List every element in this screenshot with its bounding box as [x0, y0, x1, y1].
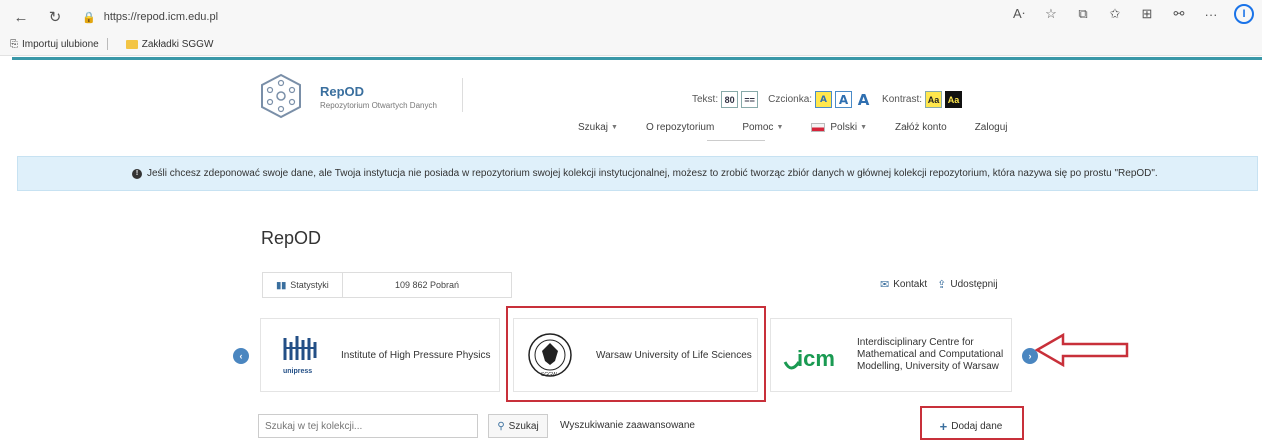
import-icon: ⎘	[10, 38, 18, 50]
contact-link[interactable]: ✉ Kontakt	[880, 278, 927, 291]
collection-actions: ✉ Kontakt ⇪ Udostępnij	[880, 278, 1008, 291]
menu-language[interactable]: Polski ▼	[811, 122, 867, 133]
profile-icon[interactable]: I	[1234, 4, 1254, 24]
brand[interactable]: RepOD Repozytorium Otwartych Danych	[320, 84, 437, 110]
page-content: RepOD Repozytorium Otwartych Danych Teks…	[0, 56, 1262, 440]
extensions-icon[interactable]: ⚯	[1170, 6, 1188, 22]
menu-login[interactable]: Zaloguj	[975, 122, 1008, 133]
collection-search-input[interactable]	[258, 414, 478, 438]
bookmark-import[interactable]: ⎘ Importuj ulubione	[10, 39, 99, 50]
info-alert: ! Jeśli chcesz zdeponować swoje dane, al…	[17, 156, 1258, 191]
lock-icon: 🔒	[82, 11, 96, 24]
info-icon: !	[132, 168, 142, 179]
address-bar[interactable]: 🔒 https://repod.icm.edu.pl	[82, 11, 218, 24]
back-arrow-icon[interactable]: ←	[8, 4, 34, 30]
text-label: Tekst:	[692, 94, 719, 105]
menu-about[interactable]: O repozytorium	[646, 122, 714, 133]
plus-icon: +	[939, 418, 948, 434]
stats-bar: ▮▮ Statystyki 109 862 Pobrań	[262, 272, 512, 298]
main-menu: Szukaj ▼ O repozytorium Pomoc ▼ Polski ▼ Za…	[578, 122, 1036, 133]
split-screen-icon[interactable]: ⧉	[1074, 6, 1092, 22]
bar-chart-icon: ▮▮	[276, 279, 287, 290]
address-row: ← ↻ 🔒 https://repod.icm.edu.pl Aᐧ ☆ ⧉ ✩ …	[0, 0, 1262, 34]
font-medium-button[interactable]: A	[835, 91, 853, 108]
downloads-count: 109 862 Pobrań	[394, 280, 460, 290]
svg-text:unipress: unipress	[283, 368, 312, 375]
alert-text: Jeśli chcesz zdeponować swoje dane, ale …	[147, 168, 1158, 179]
search-button[interactable]: ⚲ Szukaj	[488, 414, 548, 438]
menu-search[interactable]: Szukaj ▼	[578, 122, 618, 133]
brand-name: RepOD	[320, 84, 365, 99]
svg-text:icm: icm	[797, 346, 835, 371]
caret-down-icon: ▼	[776, 124, 784, 131]
envelope-icon: ✉	[880, 279, 890, 291]
share-link[interactable]: ⇪ Udostępnij	[937, 278, 997, 291]
bookmark-divider	[106, 38, 108, 50]
more-icon[interactable]: ···	[1202, 7, 1220, 22]
bookmark-sggw[interactable]: Zakładki SGGW	[125, 39, 213, 50]
top-accent-line	[12, 57, 1262, 60]
carousel-card-icm[interactable]: icm Interdisciplinary Centre for Mathema…	[770, 318, 1012, 392]
text-size-button[interactable]: 80	[721, 91, 739, 108]
caret-down-icon: ▼	[611, 124, 618, 131]
card-name: Institute of High Pressure Physics	[341, 349, 491, 361]
menu-underline	[707, 140, 765, 141]
bookmarks-bar: ⎘ Importuj ulubione Zakładki SGGW	[0, 34, 1262, 54]
collections-icon[interactable]: ⊞	[1138, 6, 1156, 22]
text-width-button[interactable]: ==	[741, 91, 759, 108]
contrast-label: Kontrast:	[882, 94, 923, 105]
unipress-logo-icon: unipress	[283, 336, 317, 375]
font-large-button[interactable]: A	[855, 91, 872, 109]
contrast-high-button[interactable]: Aa	[945, 91, 963, 108]
contrast-normal-button[interactable]: Aa	[925, 91, 943, 108]
refresh-icon[interactable]: ↻	[42, 4, 68, 30]
polish-flag-icon	[811, 123, 826, 132]
accessibility-tools: Tekst: 80 == Czcionka: A A A Kontrast: A…	[692, 91, 963, 109]
repod-logo-icon[interactable]	[258, 73, 304, 119]
carousel-card-unipress[interactable]: unipress Institute of High Pressure Phys…	[260, 318, 500, 392]
read-aloud-icon[interactable]: Aᐧ	[1010, 6, 1028, 22]
menu-help[interactable]: Pomoc ▼	[742, 122, 783, 133]
menu-register[interactable]: Załóż konto	[895, 122, 947, 133]
magnifier-icon: ⚲	[497, 420, 505, 432]
highlight-box-sggw	[506, 306, 766, 402]
browser-chrome: ← ↻ 🔒 https://repod.icm.edu.pl Aᐧ ☆ ⧉ ✩ …	[0, 0, 1262, 56]
card-name: Interdisciplinary Centre for Mathematica…	[857, 337, 1004, 372]
advanced-search-link[interactable]: Wyszukiwanie zaawansowane	[560, 420, 695, 431]
caret-down-icon: ▼	[860, 124, 867, 131]
folder-icon	[125, 39, 138, 49]
share-icon: ⇪	[937, 279, 947, 291]
browser-toolbar: Aᐧ ☆ ⧉ ✩ ⊞ ⚯ ··· I	[1010, 4, 1254, 24]
font-label: Czcionka:	[768, 94, 813, 105]
icm-logo-icon: icm	[783, 346, 835, 371]
favorites-icon[interactable]: ✩	[1106, 6, 1124, 22]
brand-divider	[462, 78, 463, 112]
annotation-arrow-icon	[1035, 332, 1129, 368]
brand-subtitle: Repozytorium Otwartych Danych	[320, 101, 437, 110]
page-title: RepOD	[261, 228, 322, 248]
stats-button[interactable]: ▮▮ Statystyki	[263, 273, 343, 297]
url-text: https://repod.icm.edu.pl	[103, 11, 219, 23]
font-small-button[interactable]: A	[815, 91, 833, 108]
add-data-button[interactable]: + Dodaj dane	[928, 414, 1014, 438]
favorite-star-icon[interactable]: ☆	[1042, 6, 1060, 22]
carousel-prev-button[interactable]: ‹	[233, 348, 249, 364]
